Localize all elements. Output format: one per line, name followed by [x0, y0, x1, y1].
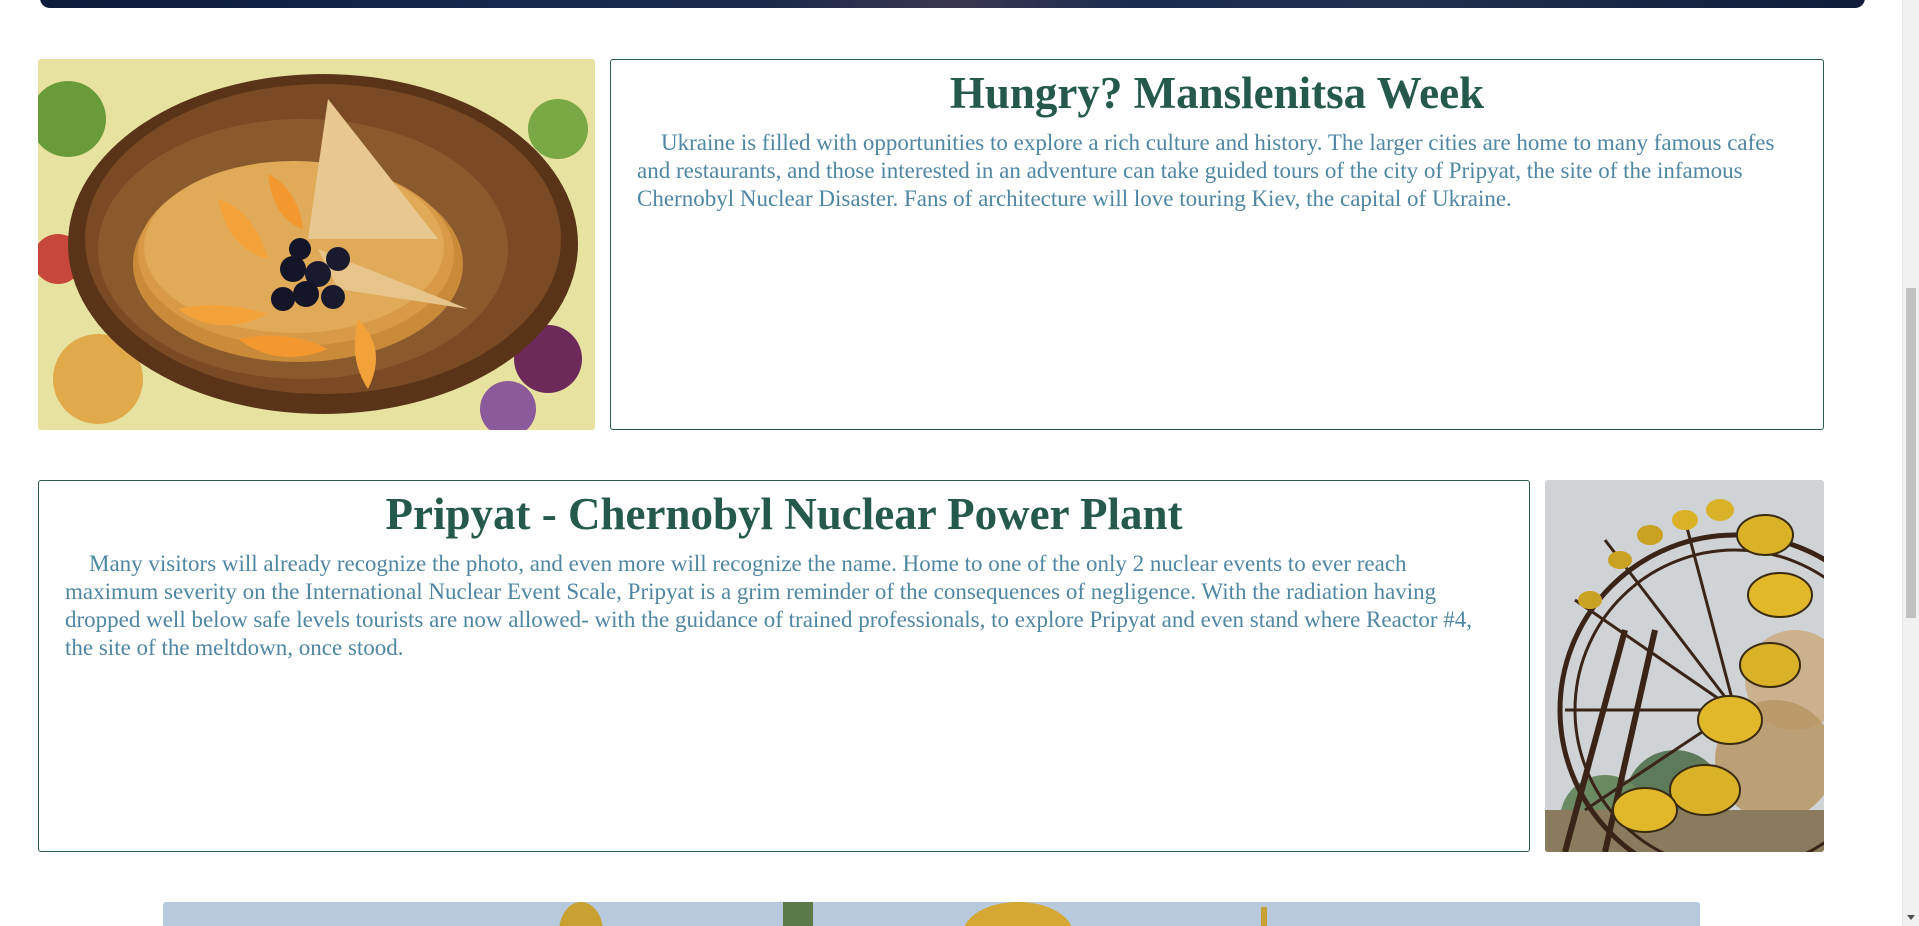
ferris-wheel-photo — [1545, 480, 1824, 852]
section-body: Ukraine is filled with opportunities to … — [637, 130, 1775, 211]
section-title: Pripyat - Chernobyl Nuclear Power Plant — [385, 489, 1183, 539]
top-banner-image — [40, 0, 1865, 8]
section-title: Hungry? Manslenitsa Week — [949, 68, 1485, 118]
scroll-down-arrow-icon[interactable] — [1907, 915, 1915, 920]
section-card-manslenitsa: Hungry? Manslenitsa Week Ukraine is fill… — [610, 59, 1824, 430]
page-scrollbar[interactable] — [1902, 0, 1919, 926]
pancakes-photo — [38, 59, 595, 430]
page: Hungry? Manslenitsa Week Ukraine is fill… — [0, 0, 1919, 926]
section-card-pripyat: Pripyat - Chernobyl Nuclear Power Plant … — [38, 480, 1530, 852]
scrollbar-thumb[interactable] — [1906, 288, 1916, 618]
section-body: Many visitors will already recognize the… — [65, 551, 1473, 660]
bottom-banner-image — [163, 902, 1700, 926]
